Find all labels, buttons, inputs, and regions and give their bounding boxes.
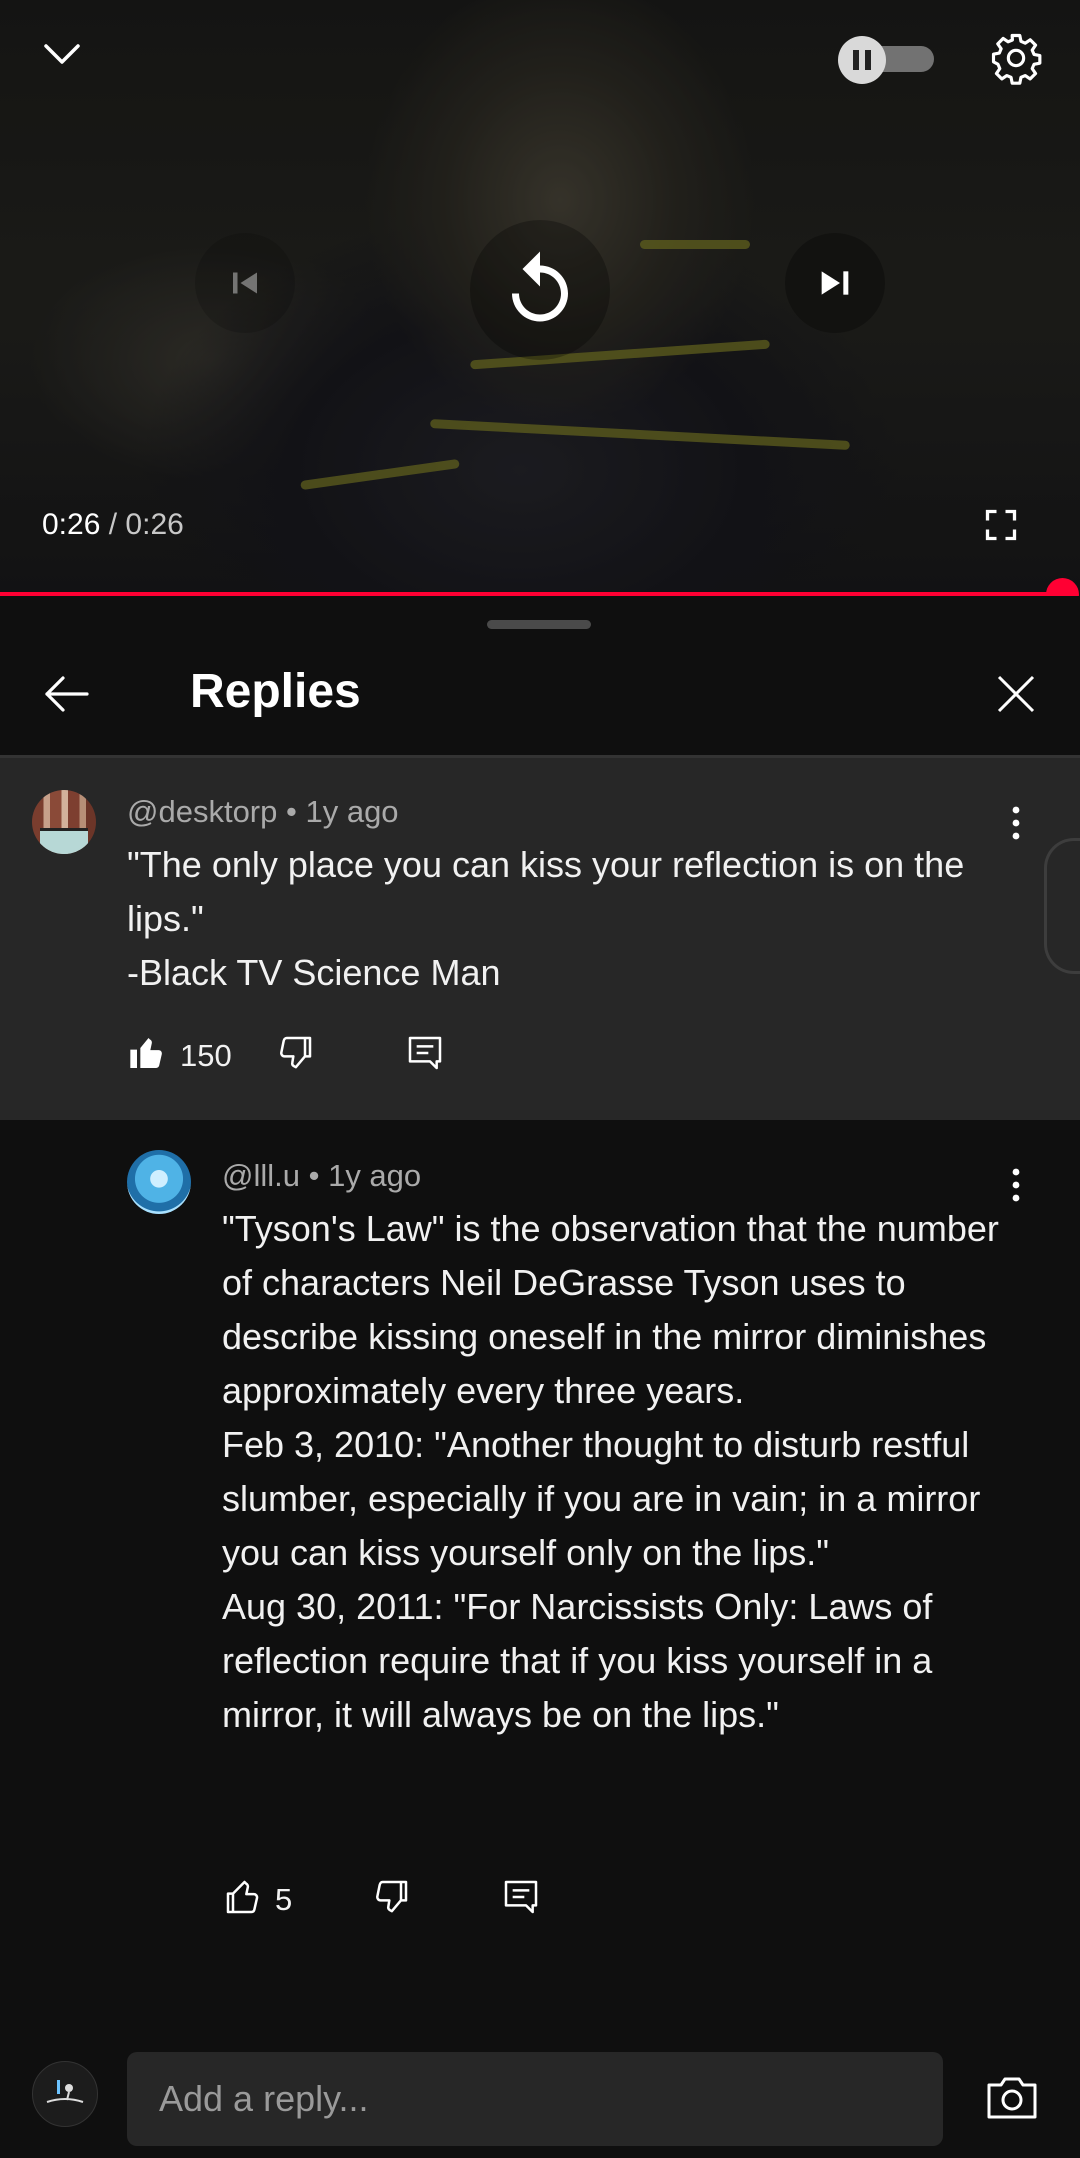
comment-text: "Tyson's Law" is the observation that th… <box>222 1208 999 1735</box>
comment-age: 1y ago <box>328 1158 422 1193</box>
like-button[interactable] <box>124 1030 170 1076</box>
comment-meta: @lll.u • 1y ago <box>222 1158 421 1194</box>
reply-composer <box>0 2028 1080 2158</box>
replies-panel: Replies @desktorp • 1y ago "The only pla… <box>0 596 1080 2158</box>
reply-input[interactable] <box>127 2052 943 2146</box>
dislike-button[interactable] <box>272 1030 318 1076</box>
like-button[interactable] <box>220 1874 266 1920</box>
author-handle[interactable]: @lll.u <box>222 1158 300 1193</box>
comment-age: 1y ago <box>305 794 399 829</box>
thumbs-up-icon <box>226 1880 259 1914</box>
close-icon[interactable] <box>986 664 1046 724</box>
avatar[interactable] <box>32 790 96 854</box>
reply-comment-icon <box>504 1880 538 1914</box>
thumbs-down-icon <box>376 1880 408 1913</box>
duration: 0:26 <box>125 508 184 541</box>
time-separator: / <box>108 508 118 541</box>
panel-title: Replies <box>190 665 361 718</box>
side-handle[interactable] <box>1044 838 1080 974</box>
avatar[interactable] <box>127 1150 191 1214</box>
like-count: 150 <box>180 1038 232 1073</box>
previous-video-button[interactable] <box>195 233 295 333</box>
current-time: 0:26 <box>42 508 101 541</box>
avatar <box>32 2061 98 2127</box>
author-handle[interactable]: @desktorp <box>127 794 277 829</box>
replay-button[interactable] <box>470 220 610 360</box>
fullscreen-icon[interactable] <box>976 500 1026 550</box>
meta-dot: • <box>286 794 306 829</box>
time-display: 0:26 / 0:26 <box>42 508 184 542</box>
dislike-button[interactable] <box>368 1874 414 1920</box>
panel-header: Replies <box>0 636 1080 756</box>
video-player[interactable]: 0:26 / 0:26 <box>0 0 1080 596</box>
like-count: 5 <box>275 1882 293 1917</box>
thumbs-down-icon <box>280 1036 312 1069</box>
replay-icon <box>512 251 568 322</box>
skip-next-icon <box>821 271 849 295</box>
back-arrow-icon[interactable] <box>34 662 98 726</box>
parent-comment: @desktorp • 1y ago "The only place you c… <box>0 758 1080 1120</box>
camera-icon[interactable] <box>980 2070 1044 2126</box>
comment-meta: @desktorp • 1y ago <box>127 794 399 830</box>
drag-handle[interactable] <box>487 620 591 629</box>
minimize-chevron-icon[interactable] <box>32 26 92 82</box>
thumbs-up-filled-icon <box>130 1038 162 1068</box>
next-video-button[interactable] <box>785 233 885 333</box>
pause-icon <box>838 36 886 84</box>
reply-text-field[interactable] <box>127 2052 943 2146</box>
reply-item: @lll.u • 1y ago "Tyson's Law" is the obs… <box>0 1120 1080 2080</box>
more-options-icon[interactable] <box>996 798 1036 848</box>
autoplay-toggle[interactable] <box>838 36 934 84</box>
reply-button[interactable] <box>498 1874 544 1920</box>
settings-gear-icon[interactable] <box>986 28 1046 88</box>
skip-previous-icon <box>233 272 257 294</box>
reply-button[interactable] <box>402 1030 448 1076</box>
reply-comment-icon <box>408 1036 442 1070</box>
comment-text: "The only place you can kiss your reflec… <box>127 844 965 993</box>
meta-dot: • <box>308 1158 329 1193</box>
